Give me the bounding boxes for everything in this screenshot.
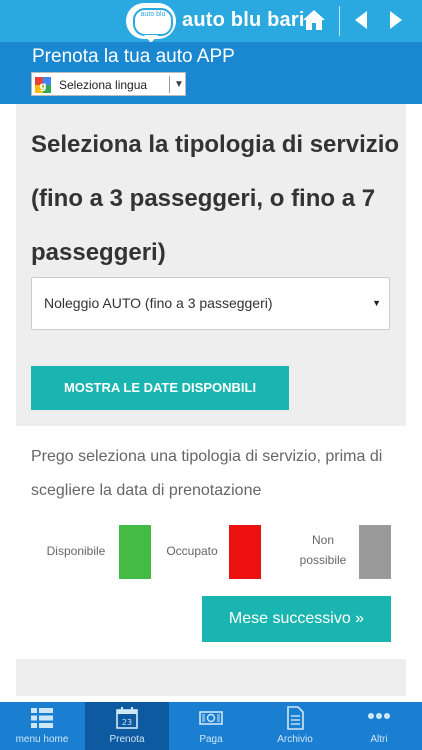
legend-swatch-not-possible xyxy=(359,525,391,579)
nav-label: Altri xyxy=(370,734,388,745)
nav-label: menu home xyxy=(15,734,69,745)
show-dates-button[interactable]: MOSTRA LE DATE DISPONBILI xyxy=(31,366,289,410)
google-translate-icon: g xyxy=(35,77,51,93)
menu-grid-icon xyxy=(31,708,53,728)
arrow-left-icon[interactable] xyxy=(353,10,369,30)
app-header: Prenota la tua auto APP g Seleziona ling… xyxy=(0,42,422,104)
logo-pin-icon: auto blu xyxy=(126,3,176,43)
service-heading: Seleziona la tipologia di servizio (fino… xyxy=(31,131,400,266)
svg-text:g: g xyxy=(39,81,46,92)
nav-item-prenota[interactable]: 23 Prenota xyxy=(85,702,169,750)
logo-text: auto blu xyxy=(133,8,173,36)
top-bar: auto blu auto blu bari xyxy=(0,0,422,43)
brand-name: auto blu bari xyxy=(182,9,305,31)
topbar-divider xyxy=(339,6,340,36)
nav-item-archivio[interactable]: Archivio xyxy=(253,702,337,750)
calendar-icon: 23 xyxy=(116,707,138,729)
calendar-footer-panel xyxy=(16,659,406,696)
next-month-button[interactable]: Mese successivo » xyxy=(202,596,391,642)
legend-swatch-occupied xyxy=(229,525,261,579)
calendar-info-text: Prego seleziona una tipologia di servizi… xyxy=(31,448,383,499)
more-dots-icon xyxy=(368,713,390,719)
service-select[interactable]: Noleggio AUTO (fino a 3 passeggeri) ▼ xyxy=(31,277,390,330)
money-icon xyxy=(199,711,223,725)
nav-item-paga[interactable]: Paga xyxy=(169,702,253,750)
legend-label-available: Disponibile xyxy=(46,544,106,558)
language-select-label: Seleziona lingua xyxy=(59,78,148,92)
dropdown-arrow-icon: ▼ xyxy=(174,79,184,90)
language-select[interactable]: g Seleziona lingua ▼ xyxy=(31,72,186,96)
legend-label-not-possible: Non possibile xyxy=(299,533,347,567)
calendar-panel: Prego seleziona una tipologia di servizi… xyxy=(16,426,406,659)
service-selection-panel: Seleziona la tipologia di servizio (fino… xyxy=(16,104,406,426)
dropdown-arrow-icon: ▼ xyxy=(372,298,381,308)
bottom-nav: menu home 23 Prenota Paga Archivio Altri xyxy=(0,702,422,750)
legend-swatch-available xyxy=(119,525,151,579)
legend-label-occupied: Occupato xyxy=(166,544,218,558)
nav-item-menu-home[interactable]: menu home xyxy=(0,702,84,750)
home-icon[interactable] xyxy=(302,8,326,32)
svg-text:23: 23 xyxy=(122,718,132,727)
document-icon xyxy=(287,706,304,730)
arrow-right-icon[interactable] xyxy=(388,10,404,30)
nav-item-altri[interactable]: Altri xyxy=(337,702,421,750)
nav-label: Prenota xyxy=(109,734,145,745)
nav-label: Paga xyxy=(199,734,223,745)
page-title: Prenota la tua auto APP xyxy=(32,46,235,67)
service-select-value: Noleggio AUTO (fino a 3 passeggeri) xyxy=(44,295,273,311)
nav-label: Archivio xyxy=(277,734,313,745)
